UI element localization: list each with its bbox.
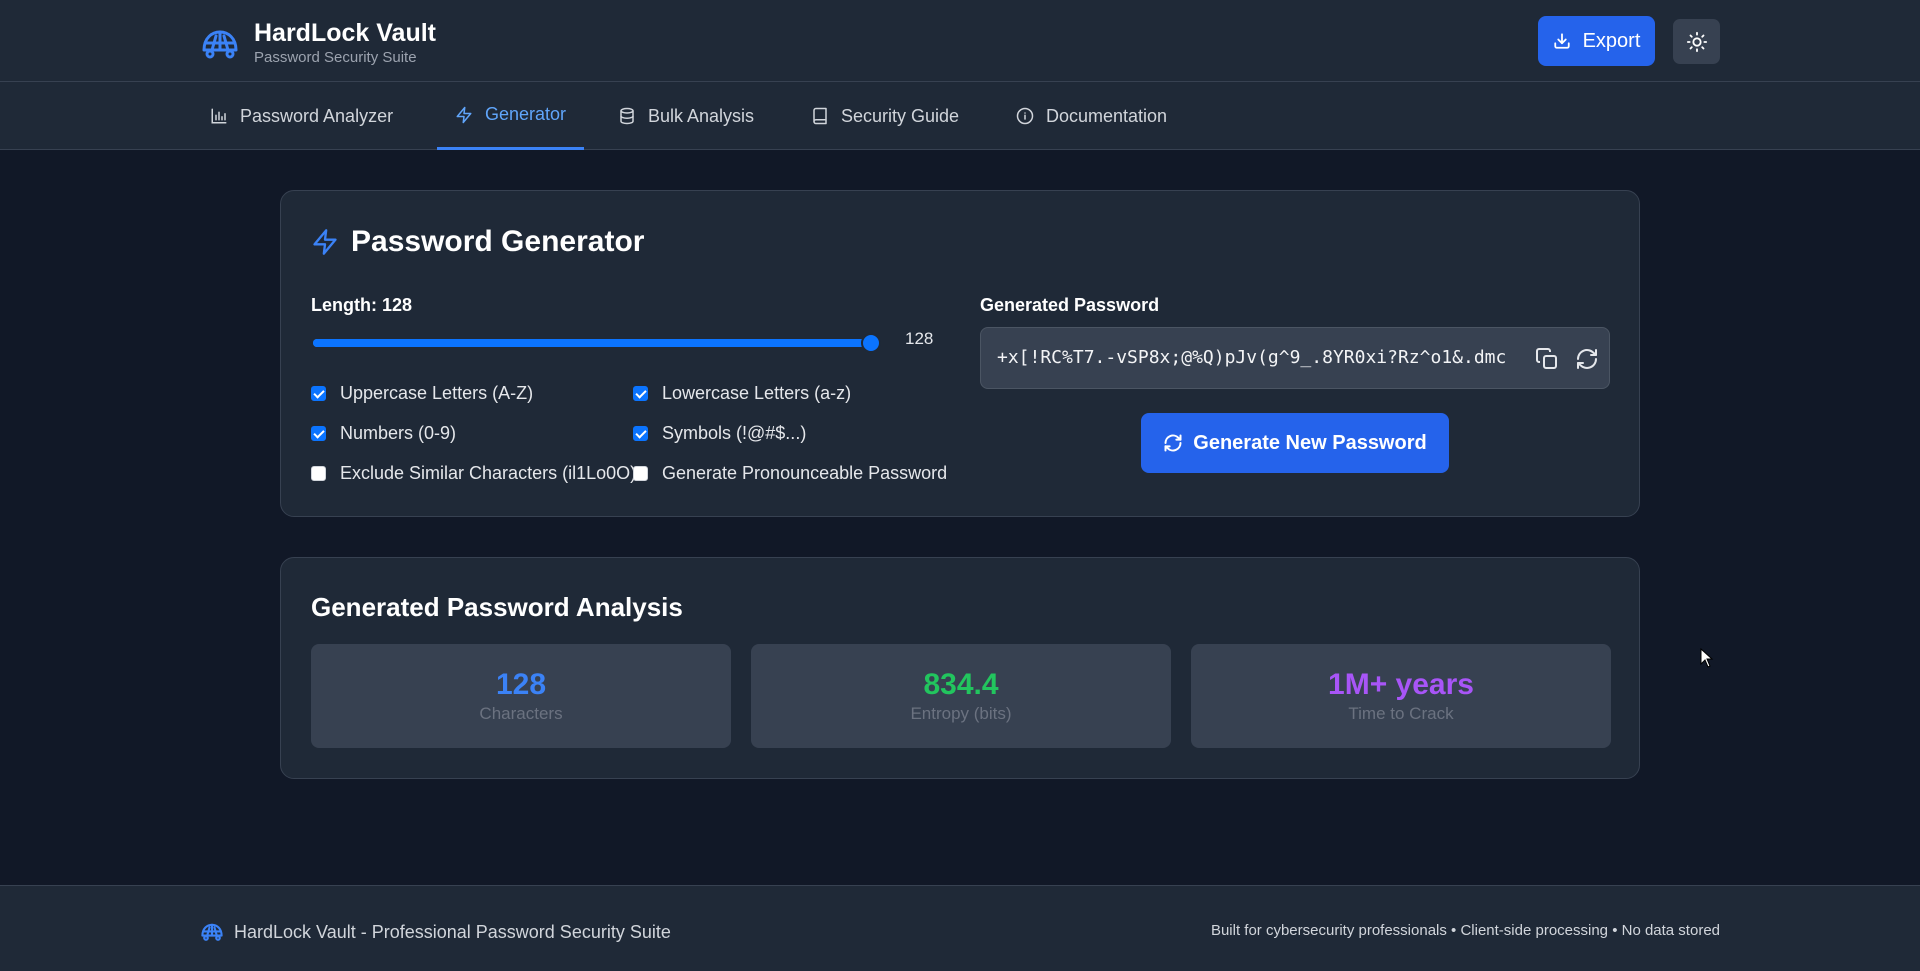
- bar-chart-icon: [211, 108, 227, 124]
- option-symbols[interactable]: Symbols (!@#$...): [633, 423, 806, 444]
- app-subtitle: Password Security Suite: [254, 49, 417, 66]
- slider-thumb[interactable]: [861, 333, 881, 353]
- app-title: HardLock Vault: [254, 19, 436, 47]
- info-icon: [1016, 107, 1034, 125]
- option-uppercase[interactable]: Uppercase Letters (A-Z): [311, 383, 533, 404]
- theme-toggle-button[interactable]: [1673, 19, 1720, 64]
- numbers-checkbox[interactable]: [311, 426, 326, 441]
- option-label: Lowercase Letters (a-z): [662, 383, 852, 403]
- pronounceable-checkbox[interactable]: [633, 466, 648, 481]
- tab-documentation[interactable]: Documentation: [998, 82, 1185, 150]
- footer-brand: HardLock Vault - Professional Password S…: [200, 920, 671, 944]
- tab-password-analyzer[interactable]: Password Analyzer: [192, 82, 411, 150]
- tab-label: Generator: [485, 104, 567, 124]
- mouse-cursor-icon: [1700, 648, 1714, 668]
- logo-icon: [201, 923, 223, 941]
- zap-icon: [456, 106, 472, 123]
- exclude-similar-checkbox[interactable]: [311, 466, 326, 481]
- length-slider[interactable]: [313, 333, 881, 353]
- stat-label: Time to Crack: [1348, 704, 1454, 723]
- export-button[interactable]: Export: [1538, 16, 1655, 66]
- sun-icon: [1686, 31, 1707, 52]
- option-label: Generate Pronounceable Password: [662, 463, 948, 483]
- stat-value: 834.4: [923, 668, 999, 701]
- option-label: Exclude Similar Characters (il1Lo0O): [340, 463, 637, 483]
- stat-value: 1M+ years: [1328, 668, 1474, 701]
- lowercase-checkbox[interactable]: [633, 386, 648, 401]
- tab-label: Password Analyzer: [240, 105, 394, 126]
- copy-icon[interactable]: [1535, 347, 1559, 371]
- zap-icon: [313, 229, 337, 255]
- symbols-checkbox[interactable]: [633, 426, 648, 441]
- option-exclude-similar[interactable]: Exclude Similar Characters (il1Lo0O): [311, 463, 636, 484]
- generated-password-label: Generated Password: [980, 295, 1160, 315]
- tab-label: Bulk Analysis: [648, 105, 755, 126]
- option-lowercase[interactable]: Lowercase Letters (a-z): [633, 383, 851, 404]
- option-pronounceable[interactable]: Generate Pronounceable Password: [633, 463, 947, 484]
- brand: HardLock Vault Password Security Suite: [200, 18, 436, 67]
- footer: HardLock Vault - Professional Password S…: [0, 885, 1920, 971]
- logo-icon: [202, 30, 238, 59]
- analysis-card: Generated Password Analysis 128 Characte…: [280, 557, 1640, 779]
- stat-label: Entropy (bits): [910, 704, 1012, 723]
- generator-card: Password Generator Length: 128 128 Upper…: [280, 190, 1640, 517]
- export-label: Export: [1582, 29, 1641, 52]
- tab-security-guide[interactable]: Security Guide: [793, 82, 977, 150]
- tab-generator[interactable]: Generator: [437, 82, 585, 150]
- stat-characters: 128 Characters: [311, 644, 731, 748]
- stat-value: 128: [495, 668, 547, 701]
- tab-bulk-analysis[interactable]: Bulk Analysis: [600, 82, 772, 150]
- uppercase-checkbox[interactable]: [311, 386, 326, 401]
- generator-heading: Password Generator: [311, 225, 644, 259]
- stat-label: Characters: [479, 704, 563, 723]
- tab-bar: Password Analyzer Generator Bulk Analysi…: [0, 82, 1920, 150]
- option-numbers[interactable]: Numbers (0-9): [311, 423, 456, 444]
- length-value: 128: [905, 329, 934, 348]
- stat-time-to-crack: 1M+ years Time to Crack: [1191, 644, 1611, 748]
- refresh-icon: [1164, 434, 1182, 452]
- tab-label: Security Guide: [841, 105, 960, 126]
- book-icon: [813, 107, 827, 125]
- generated-password-text[interactable]: +x[!RC%T7.-vSP8x;@%Q)pJv(g^9_.8YR0xi?Rz^…: [997, 347, 1511, 368]
- generated-password-field[interactable]: +x[!RC%T7.-vSP8x;@%Q)pJv(g^9_.8YR0xi?Rz^…: [980, 327, 1610, 389]
- footer-left-text: HardLock Vault - Professional Password S…: [234, 921, 671, 942]
- stat-entropy: 834.4 Entropy (bits): [751, 644, 1171, 748]
- option-label: Symbols (!@#$...): [662, 423, 807, 443]
- tab-label: Documentation: [1046, 105, 1168, 126]
- generate-password-button[interactable]: Generate New Password: [1141, 413, 1449, 473]
- download-icon: [1553, 33, 1570, 49]
- footer-right-text: Built for cybersecurity professionals • …: [1210, 922, 1720, 939]
- analysis-title: Generated Password Analysis: [311, 592, 683, 622]
- length-label: Length: 128: [311, 295, 413, 315]
- refresh-icon[interactable]: [1575, 347, 1599, 371]
- option-label: Numbers (0-9): [340, 423, 457, 443]
- generator-title: Password Generator: [351, 225, 645, 258]
- option-label: Uppercase Letters (A-Z): [340, 383, 534, 403]
- app-header: HardLock Vault Password Security Suite E…: [0, 0, 1920, 82]
- slider-fill: [313, 339, 871, 347]
- generate-label: Generate New Password: [1193, 431, 1427, 454]
- database-icon: [620, 107, 634, 125]
